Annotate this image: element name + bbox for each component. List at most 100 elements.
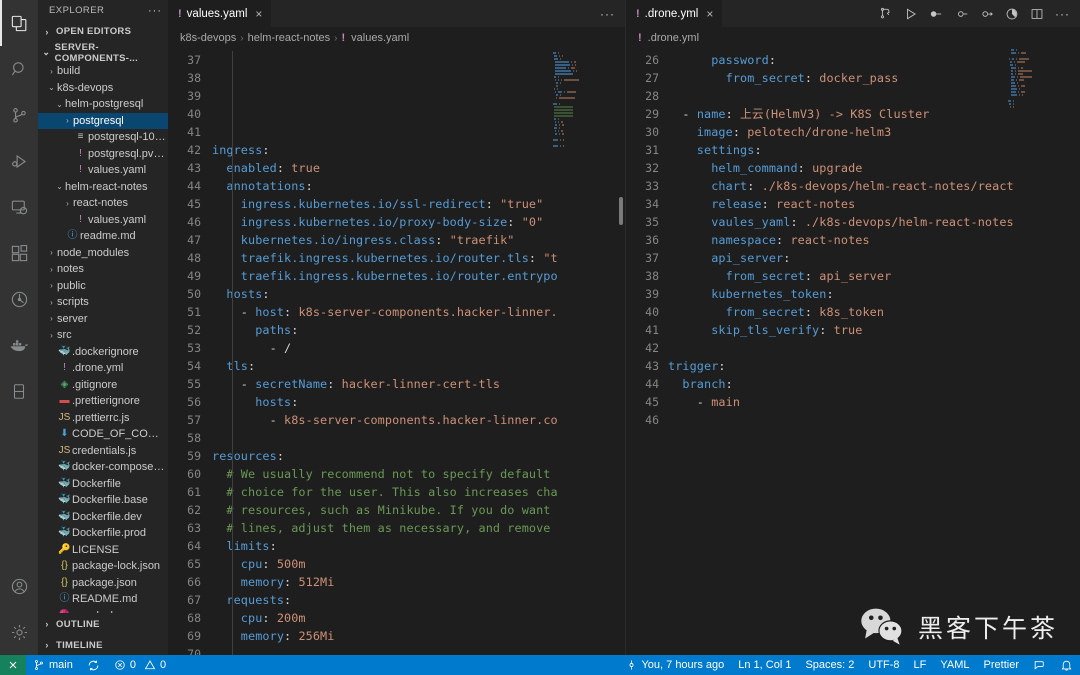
close-icon[interactable]: × bbox=[706, 7, 713, 21]
chevron-right-icon: › bbox=[50, 281, 53, 291]
feedback-icon[interactable] bbox=[1026, 655, 1053, 675]
code-line: branch: bbox=[668, 375, 1080, 393]
file-type-icon: 🐳 bbox=[58, 461, 71, 473]
close-icon[interactable]: × bbox=[255, 7, 262, 21]
step-over-icon[interactable] bbox=[980, 7, 994, 21]
code-content-left[interactable]: ingress: enabled: true annotations: ingr… bbox=[212, 49, 625, 655]
tree-item[interactable]: 🐳 Dockerfile.base bbox=[38, 492, 168, 509]
breadcrumb-item-2[interactable]: values.yaml bbox=[351, 32, 409, 44]
editor-sash-handle[interactable] bbox=[619, 197, 623, 225]
tree-item[interactable]: › scripts bbox=[38, 294, 168, 311]
coverage-icon[interactable] bbox=[1005, 7, 1019, 21]
tree-item[interactable]: ⬇CODE_OF_CONDUC... bbox=[38, 426, 168, 443]
gitlens-icon[interactable] bbox=[0, 276, 38, 322]
problems-indicator[interactable]: 0 0 bbox=[107, 655, 173, 675]
tree-item[interactable]: › react-notes bbox=[38, 195, 168, 212]
tree-item[interactable]: ≡ postgresql-10.2.0.... bbox=[38, 129, 168, 146]
code-editor-left[interactable]: 37 38 39 40 41 42 43 44 45 46 47 48 49 50 51 52 53 54 55 56… bbox=[168, 49, 625, 655]
tree-item-label: node_modules bbox=[57, 246, 130, 259]
timeline-label: TIMELINE bbox=[56, 639, 103, 651]
tree-item[interactable]: ! values.yaml bbox=[38, 162, 168, 179]
tree-item[interactable]: 🐳 .dockerignore bbox=[38, 344, 168, 361]
encoding-setting[interactable]: UTF-8 bbox=[861, 655, 906, 675]
file-type-icon: 🐳 bbox=[58, 477, 71, 489]
breadcrumb-item-0[interactable]: k8s-devops bbox=[180, 32, 236, 44]
tree-item[interactable]: {} package.json bbox=[38, 575, 168, 592]
tree-item[interactable]: › node_modules bbox=[38, 245, 168, 262]
tree-item[interactable]: ⓘ readme.md bbox=[38, 228, 168, 245]
split-editor-icon[interactable] bbox=[1030, 7, 1044, 21]
breakpoint-icon[interactable] bbox=[955, 7, 969, 21]
file-type-icon: ⓘ bbox=[59, 593, 70, 605]
timeline-section[interactable]: › TIMELINE bbox=[38, 634, 168, 655]
code-content-right[interactable]: password: from_secret: docker_pass - nam… bbox=[668, 49, 1080, 655]
indentation-setting[interactable]: Spaces: 2 bbox=[798, 655, 861, 675]
outline-section[interactable]: › OUTLINE bbox=[38, 613, 168, 634]
code-token: 512Mi bbox=[298, 575, 335, 589]
tree-item[interactable]: {} package-lock.json bbox=[38, 558, 168, 575]
run-and-debug-icon[interactable] bbox=[0, 138, 38, 184]
code-token: # choice for the user. This also increas… bbox=[212, 485, 558, 499]
tree-item[interactable]: › server bbox=[38, 311, 168, 328]
run-icon[interactable] bbox=[904, 7, 918, 21]
chevron-right-icon: › bbox=[45, 26, 49, 37]
vertical-scrollbar-left[interactable] bbox=[611, 49, 625, 655]
tab-drone-yml[interactable]: ! .drone.yml × bbox=[626, 0, 724, 27]
tree-item[interactable]: JS .prettierrc.js bbox=[38, 410, 168, 427]
extensions-icon[interactable] bbox=[0, 230, 38, 276]
cursor-position[interactable]: Ln 1, Col 1 bbox=[731, 655, 798, 675]
tree-item[interactable]: ⌄ k8s-devops bbox=[38, 80, 168, 97]
open-editors-section[interactable]: › OPEN EDITORS bbox=[38, 22, 168, 43]
database-icon[interactable] bbox=[0, 368, 38, 414]
tree-item-label: Dockerfile.dev bbox=[72, 510, 142, 523]
more-actions-icon[interactable]: ··· bbox=[600, 8, 615, 20]
tree-item[interactable]: ! values.yaml bbox=[38, 212, 168, 229]
accounts-icon[interactable] bbox=[0, 563, 38, 609]
tree-item[interactable]: ◈ .gitignore bbox=[38, 377, 168, 394]
sync-indicator[interactable] bbox=[80, 655, 107, 675]
search-icon[interactable] bbox=[0, 46, 38, 92]
settings-gear-icon[interactable] bbox=[0, 609, 38, 655]
breadcrumb-item-1[interactable]: helm-react-notes bbox=[248, 32, 331, 44]
tree-item[interactable]: JS credentials.js bbox=[38, 443, 168, 460]
tree-item[interactable]: ! postgresql.pvc.ya... bbox=[38, 146, 168, 163]
tree-item[interactable]: 🐳 docker-compose.yml bbox=[38, 459, 168, 476]
tree-item[interactable]: ⌄ helm-postgresql bbox=[38, 96, 168, 113]
tree-item[interactable]: ! .drone.yml bbox=[38, 360, 168, 377]
file-type-icon: ⬇ bbox=[60, 428, 69, 440]
tree-item[interactable]: › build bbox=[38, 63, 168, 80]
formatter-status[interactable]: Prettier bbox=[977, 655, 1026, 675]
tree-item[interactable]: 🔑 LICENSE bbox=[38, 542, 168, 559]
git-blame-indicator[interactable]: You, 7 hours ago bbox=[619, 655, 731, 675]
breadcrumb-item-0[interactable]: .drone.yml bbox=[648, 32, 699, 44]
tree-item[interactable]: 🐳 Dockerfile.dev bbox=[38, 509, 168, 526]
source-control-icon[interactable] bbox=[0, 92, 38, 138]
tree-item[interactable]: ▬ .prettierignore bbox=[38, 393, 168, 410]
vertical-scrollbar-right[interactable] bbox=[1066, 49, 1080, 655]
bell-icon[interactable] bbox=[1053, 655, 1080, 675]
line-number: 53 bbox=[187, 341, 201, 355]
language-mode[interactable]: YAML bbox=[933, 655, 976, 675]
docker-icon[interactable] bbox=[0, 322, 38, 368]
tree-item[interactable]: › notes bbox=[38, 261, 168, 278]
tree-item[interactable]: 🐳 Dockerfile.prod bbox=[38, 525, 168, 542]
tree-item[interactable]: › postgresql bbox=[38, 112, 168, 130]
tree-item[interactable]: 🐳 Dockerfile bbox=[38, 476, 168, 493]
tree-item[interactable]: › public bbox=[38, 278, 168, 295]
sidebar-more-actions-icon[interactable]: ··· bbox=[148, 5, 162, 16]
eol-setting[interactable]: LF bbox=[907, 655, 934, 675]
more-actions-icon[interactable]: ··· bbox=[1055, 8, 1070, 20]
branch-indicator[interactable]: main bbox=[26, 655, 80, 675]
file-tree[interactable]: › build ⌄ k8s-devops ⌄ helm-postgresql › postgr… bbox=[38, 63, 168, 613]
debug-start-icon[interactable] bbox=[929, 7, 944, 21]
split-terminal-icon[interactable] bbox=[879, 7, 893, 21]
remote-indicator[interactable] bbox=[0, 655, 26, 675]
remote-explorer-icon[interactable] bbox=[0, 184, 38, 230]
tree-item[interactable]: ⌄ helm-react-notes bbox=[38, 179, 168, 196]
workspace-root-section[interactable]: ⌄ SERVER-COMPONENTS-... bbox=[38, 42, 168, 64]
tree-item[interactable]: › src bbox=[38, 327, 168, 344]
code-editor-right[interactable]: 26 27 28 29 30 31 32 33 34 35 36 37 38 39 40 41 42 43 44 45… bbox=[626, 49, 1080, 655]
tree-item[interactable]: ⓘ README.md bbox=[38, 591, 168, 608]
explorer-icon[interactable] bbox=[0, 0, 38, 46]
tab-values-yaml[interactable]: ! values.yaml × bbox=[168, 0, 273, 27]
